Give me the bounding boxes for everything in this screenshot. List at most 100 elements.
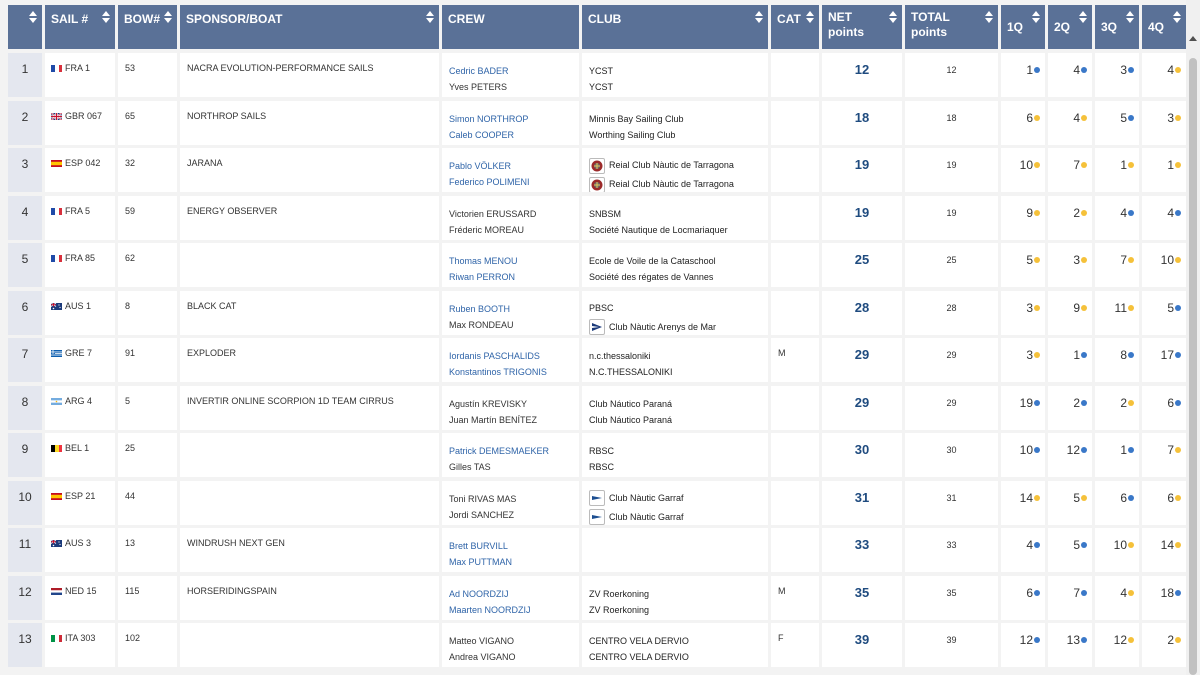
crew-member-link[interactable]: Iordanis PASCHALIDS [449, 348, 579, 364]
table-row[interactable]: 5 FRA 85 62 Thomas MENOU Riwan PERRON Ecole d… [8, 243, 1186, 287]
table-row[interactable]: 6 AUS 1 8 BLACK CAT Ruben BOOTH Max RONDEAU PB… [8, 290, 1186, 335]
yellow-fleet-dot-icon [1081, 209, 1087, 216]
column-header-2q[interactable]: 2Q [1048, 5, 1092, 49]
column-header-sponsor[interactable]: SPONSOR/BOAT [180, 5, 439, 49]
blue-fleet-dot-icon [1081, 542, 1087, 548]
club-line: Club Nàutic Garraf [589, 508, 768, 525]
category-cell [771, 53, 819, 97]
crew-cell: Ad NOORDZIJ Maarten NOORDZIJ [442, 575, 579, 620]
club-name: Société Nautique de Locmariaquer [589, 224, 728, 235]
blue-fleet-dot-icon [1034, 589, 1040, 596]
crew-member-link[interactable]: Riwan PERRON [449, 269, 579, 285]
race-score: 1 [1073, 348, 1080, 362]
race-result-cell-4q: 7 [1142, 433, 1186, 477]
race-score: 5 [1167, 300, 1174, 315]
crew-member-link[interactable]: Ruben BOOTH [449, 301, 579, 317]
crew-member-link[interactable]: Federico POLIMENI [449, 174, 579, 190]
race-result-cell-4q: 14 [1142, 528, 1186, 572]
crew-member-link[interactable]: Ad NOORDZIJ [449, 586, 579, 602]
race-score: 4 [1120, 205, 1127, 220]
column-header-net[interactable]: NET points [822, 5, 902, 49]
column-header-cat[interactable]: CAT [771, 5, 819, 49]
club-name: SNBSM [589, 208, 622, 219]
club-line: RBSC [589, 443, 768, 459]
race-result-cell-4q: 1 [1142, 148, 1186, 192]
column-header-bow[interactable]: BOW# [118, 5, 177, 49]
race-score: 1 [1120, 443, 1127, 457]
race-score: 14 [1019, 490, 1033, 505]
crew-member-link[interactable]: Brett BURVILL [449, 538, 579, 554]
club-line [589, 538, 768, 554]
category-cell: F [771, 623, 819, 667]
crew-member-link[interactable]: Max PUTTMAN [449, 554, 579, 570]
table-row[interactable]: 9 BEL 1 25 Patrick DEMESMAEKER Gilles TAS RBS… [8, 433, 1186, 477]
race-result-cell-1q: 14 [1001, 480, 1045, 525]
table-row[interactable]: 11 AUS 3 13 WINDRUSH NEXT GEN Brett BURVILL M… [8, 528, 1186, 572]
race-score: 2 [1073, 205, 1080, 220]
crew-cell: Pablo VÖLKER Federico POLIMENI [442, 148, 579, 192]
club-name: ZV Roerkoning [589, 604, 650, 615]
sail-number: ESP 042 [65, 158, 101, 168]
race-result-cell-2q: 7 [1048, 575, 1092, 620]
yellow-fleet-dot-icon [1175, 67, 1181, 73]
column-header-rank[interactable] [8, 5, 42, 49]
column-header-total[interactable]: TOTAL points [905, 5, 998, 49]
race-result-cell-3q: 11 [1095, 290, 1139, 335]
spain-flag-icon [51, 492, 62, 500]
table-row[interactable]: 10 ESP 21 44 Toni RIVAS MAS Jordi SANCHEZ Clu… [8, 480, 1186, 525]
race-score: 6 [1167, 395, 1174, 410]
race-score: 6 [1167, 490, 1174, 505]
netherlands-flag-icon [51, 587, 62, 595]
crew-member-name: Fréderic MOREAU [449, 224, 525, 235]
category-cell: M [771, 338, 819, 382]
club-line: Worthing Sailing Club [589, 127, 768, 143]
crew-member-link[interactable]: Konstantinos TRIGONIS [449, 364, 579, 380]
column-header-3q[interactable]: 3Q [1095, 5, 1139, 49]
sponsor-cell [180, 480, 439, 525]
scroll-up-arrow-icon[interactable] [1189, 36, 1197, 41]
race-result-cell-4q: 10 [1142, 243, 1186, 287]
arenys-burgee-icon [589, 319, 605, 335]
table-row[interactable]: 13 ITA 303 102 Matteo VIGANO Andrea VIGANO CE… [8, 623, 1186, 667]
crew-member-link[interactable]: Cedric BADER [449, 63, 579, 79]
column-header-club[interactable]: CLUB [582, 5, 768, 49]
race-score: 10 [1019, 443, 1033, 457]
race-result-cell-3q: 5 [1095, 100, 1139, 145]
table-row[interactable]: 3 ESP 042 32 JARANA Pablo VÖLKER Federico POL… [8, 148, 1186, 192]
crew-member-name: Toni RIVAS MAS [449, 493, 517, 504]
column-header-sail[interactable]: SAIL # [45, 5, 115, 49]
column-header-1q[interactable]: 1Q [1001, 5, 1045, 49]
crew-member-link[interactable]: Maarten NOORDZIJ [449, 602, 579, 618]
sail-number-cell: FRA 5 [45, 195, 115, 240]
table-row[interactable]: 1 FRA 1 53 NACRA EVOLUTION-PERFORMANCE SAIL… [8, 53, 1186, 97]
crew-member-link[interactable]: Simon NORTHROP [449, 111, 579, 127]
race-result-cell-3q: 4 [1095, 195, 1139, 240]
sort-icon [1032, 11, 1040, 23]
race-score: 4 [1073, 63, 1080, 77]
bow-number-cell: 44 [118, 480, 177, 525]
scrollbar-thumb[interactable] [1189, 58, 1197, 675]
rank-cell: 5 [8, 243, 42, 287]
vertical-scrollbar[interactable] [1186, 0, 1200, 675]
table-row[interactable]: 12 NED 15 115 HORSERIDINGSPAIN Ad NOORDZIJ Ma… [8, 575, 1186, 620]
race-score: 10 [1160, 253, 1174, 267]
crew-member-link[interactable]: Caleb COOPER [449, 127, 579, 143]
crew-member-link[interactable]: Thomas MENOU [449, 253, 579, 269]
race-score: 4 [1073, 110, 1080, 125]
crew-member-link[interactable]: Pablo VÖLKER [449, 158, 579, 174]
column-header-4q[interactable]: 4Q [1142, 5, 1186, 49]
table-row[interactable]: 4 FRA 5 59 ENERGY OBSERVER Victorien ERUSSAR… [8, 195, 1186, 240]
crew-member-link[interactable]: Patrick DEMESMAEKER [449, 443, 579, 459]
race-score: 7 [1167, 443, 1174, 457]
race-result-cell-1q: 10 [1001, 148, 1045, 192]
club-line: Club Nàutic Arenys de Mar [589, 318, 768, 335]
table-row[interactable]: 2 GBR 067 65 NORTHROP SAILS Simon NORTHROP Ca… [8, 100, 1186, 145]
club-line: Club Nàutic Garraf [589, 489, 768, 508]
category-cell: M [771, 575, 819, 620]
race-result-cell-4q: 6 [1142, 480, 1186, 525]
table-row[interactable]: 7 GRE 7 91 EXPLODER Iordanis PASCHALIDS Konst… [8, 338, 1186, 382]
table-row[interactable]: 8 ARG 4 5 INVERTIR ONLINE SCORPION 1D TEAM … [8, 385, 1186, 430]
race-result-cell-3q: 4 [1095, 575, 1139, 620]
race-result-cell-4q: 4 [1142, 53, 1186, 97]
club-line: YCST [589, 63, 768, 79]
